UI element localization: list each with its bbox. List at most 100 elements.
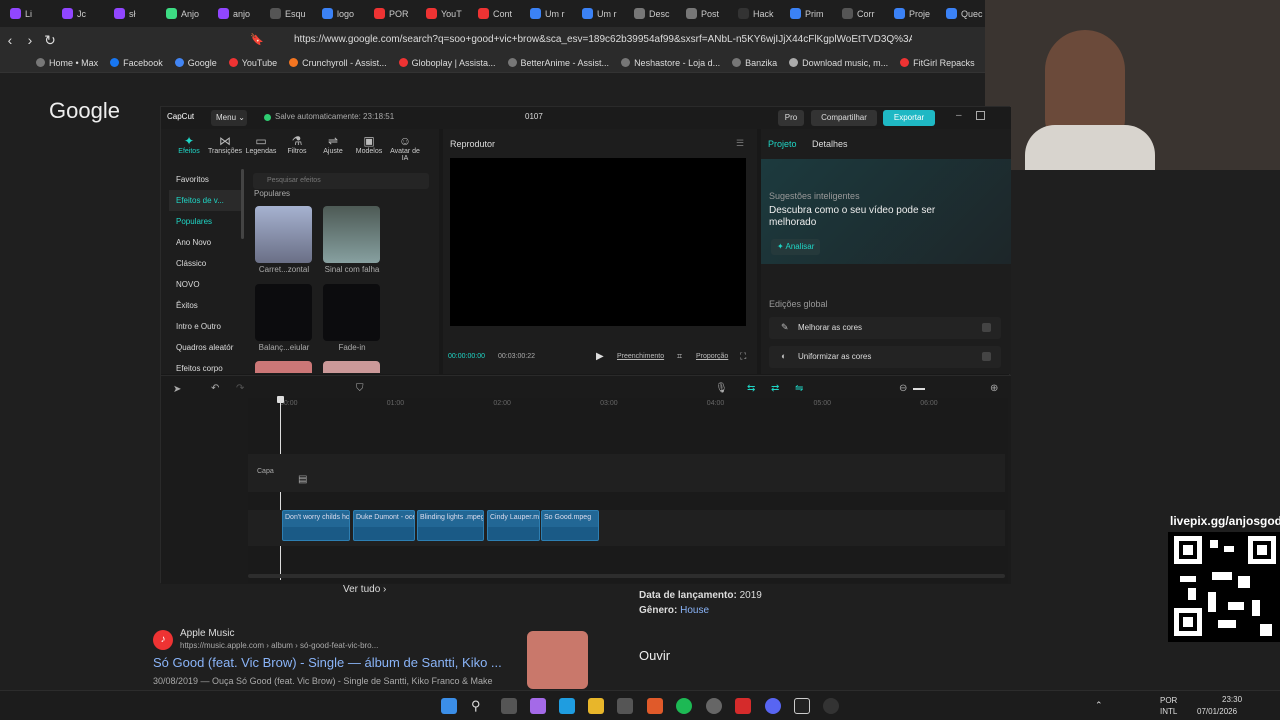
bookmark-item[interactable]: Globoplay | Assista... bbox=[398, 58, 496, 68]
browser-tab[interactable]: Post bbox=[682, 3, 734, 25]
obs-icon[interactable] bbox=[735, 698, 751, 714]
tab-detalhes[interactable]: Detalhes bbox=[812, 139, 848, 149]
file-explorer-icon[interactable] bbox=[588, 698, 604, 714]
effects-category[interactable]: Favoritos bbox=[169, 169, 241, 190]
browser-tab[interactable]: Li bbox=[6, 3, 58, 25]
browser-tab[interactable]: logo bbox=[318, 3, 370, 25]
analyze-button[interactable]: ✦ Analisar bbox=[771, 239, 821, 255]
minimize-icon[interactable]: – bbox=[956, 110, 962, 121]
windows-start-icon[interactable] bbox=[441, 698, 457, 714]
browser-tab[interactable]: Cont bbox=[474, 3, 526, 25]
effects-category[interactable]: Clássico bbox=[169, 253, 241, 274]
tool-tab[interactable]: ▣ Modelos bbox=[351, 134, 387, 162]
browser-tab[interactable]: Jc bbox=[58, 3, 110, 25]
fullscreen-icon[interactable]: ⛶ bbox=[740, 351, 746, 362]
effects-category[interactable]: Quadros aleatór bbox=[169, 337, 241, 358]
zoom-in-icon[interactable]: ⊕ bbox=[990, 383, 998, 394]
tab-projeto[interactable]: Projeto bbox=[768, 139, 797, 149]
effects-category[interactable]: Populares bbox=[169, 211, 241, 232]
clock-time[interactable]: 23:30 bbox=[1222, 695, 1242, 704]
tool-tab[interactable]: ⇌ Ajuste bbox=[315, 134, 351, 162]
album-thumbnail[interactable] bbox=[527, 631, 588, 689]
bookmark-item[interactable]: Google bbox=[174, 58, 217, 68]
zoom-slider[interactable] bbox=[913, 388, 925, 390]
magnet-icon[interactable]: ⇋ bbox=[795, 383, 803, 394]
result-title[interactable]: Só Good (feat. Vic Brow) - Single — álbu… bbox=[153, 655, 502, 670]
effect-thumb-3[interactable] bbox=[255, 284, 312, 341]
bookmark-icon[interactable]: 🔖 bbox=[250, 33, 264, 46]
crop-icon[interactable]: ⌗ bbox=[677, 351, 682, 362]
task-view-icon[interactable] bbox=[501, 698, 517, 714]
audio-clip[interactable]: Duke Dumont - oce bbox=[353, 510, 415, 541]
google-logo[interactable]: Google bbox=[49, 98, 120, 124]
snap-icon[interactable]: ⇄ bbox=[771, 383, 779, 394]
tool-tab[interactable]: ▭ Legendas bbox=[243, 134, 279, 162]
browser-tab[interactable]: Proje bbox=[890, 3, 942, 25]
copilot-icon[interactable] bbox=[530, 698, 546, 714]
steam-icon[interactable] bbox=[706, 698, 722, 714]
bookmark-item[interactable]: Facebook bbox=[110, 58, 163, 68]
bookmark-item[interactable]: Home • Max bbox=[36, 58, 98, 68]
link-icon[interactable]: ⇆ bbox=[747, 383, 755, 394]
tool-tab[interactable]: ⚗ Filtros bbox=[279, 134, 315, 162]
browser-tab[interactable]: Prim bbox=[786, 3, 838, 25]
ratio-button[interactable]: Proporção bbox=[696, 353, 728, 360]
fill-button[interactable]: Preenchimento bbox=[617, 353, 664, 360]
store-icon[interactable] bbox=[617, 698, 633, 714]
select-tool-icon[interactable]: ➤ bbox=[173, 384, 181, 395]
redo-icon[interactable]: ↷ bbox=[236, 383, 244, 394]
share-button[interactable]: Compartilhar bbox=[811, 110, 877, 126]
effects-category[interactable]: Ano Novo bbox=[169, 232, 241, 253]
uniform-colors-toggle[interactable] bbox=[982, 352, 991, 361]
capcut-taskbar-icon[interactable] bbox=[794, 698, 810, 714]
effects-category[interactable]: NOVO bbox=[169, 274, 241, 295]
mic-icon[interactable]: 🎙 bbox=[715, 383, 728, 394]
browser-tab[interactable]: Desc bbox=[630, 3, 682, 25]
url-field[interactable]: https://www.google.com/search?q=soo+good… bbox=[272, 31, 912, 49]
reload-icon[interactable]: ↻ bbox=[40, 32, 60, 49]
audio-clip[interactable]: Don't worry childs hou bbox=[282, 510, 350, 541]
bookmark-item[interactable]: Download music, m... bbox=[789, 58, 888, 68]
effect-thumb-1[interactable] bbox=[255, 206, 312, 263]
uniform-colors-row[interactable]: ◐ Uniformizar as cores bbox=[769, 346, 1001, 368]
tray-arrow-icon[interactable]: ⌃ bbox=[1095, 700, 1103, 711]
pro-badge[interactable]: Pro bbox=[778, 110, 804, 126]
ver-tudo-link[interactable]: Ver tudo › bbox=[343, 584, 386, 595]
search-icon[interactable]: ⚲ bbox=[471, 698, 487, 714]
brave-icon[interactable] bbox=[647, 698, 663, 714]
video-preview[interactable] bbox=[450, 158, 746, 326]
spotify-icon[interactable] bbox=[676, 698, 692, 714]
marker-icon[interactable]: ⛉ bbox=[356, 383, 364, 394]
timeline-scrollbar[interactable] bbox=[248, 574, 1005, 578]
edge-icon[interactable] bbox=[559, 698, 575, 714]
improve-colors-row[interactable]: ✎ Melhorar as cores bbox=[769, 317, 1001, 339]
cover-button[interactable]: Capa bbox=[257, 468, 274, 475]
project-name[interactable]: 0107 bbox=[525, 112, 543, 121]
browser-tab[interactable]: Hack bbox=[734, 3, 786, 25]
menu-button[interactable]: Menu ⌄ bbox=[211, 110, 247, 126]
tool-tab[interactable]: ⋈ Transições bbox=[207, 134, 243, 162]
effects-category[interactable]: Intro e Outro bbox=[169, 316, 241, 337]
browser-tab[interactable]: POR bbox=[370, 3, 422, 25]
improve-colors-toggle[interactable] bbox=[982, 323, 991, 332]
browser-tab[interactable]: YouT bbox=[422, 3, 474, 25]
result-url[interactable]: https://music.apple.com › album › só-goo… bbox=[180, 641, 378, 650]
play-icon[interactable]: ▶ bbox=[596, 351, 604, 362]
browser-tab[interactable]: anjo bbox=[214, 3, 266, 25]
undo-icon[interactable]: ↶ bbox=[211, 383, 219, 394]
categories-scrollbar[interactable] bbox=[241, 169, 244, 239]
playhead-handle[interactable] bbox=[277, 396, 284, 403]
back-icon[interactable]: ‹ bbox=[0, 32, 20, 48]
audio-clip[interactable]: So Good.mpeg bbox=[541, 510, 599, 541]
lang-indicator[interactable]: POR bbox=[1160, 696, 1177, 705]
bookmark-item[interactable]: YouTube bbox=[228, 58, 277, 68]
discord-icon[interactable] bbox=[765, 698, 781, 714]
bookmark-item[interactable]: Crunchyroll - Assist... bbox=[289, 58, 387, 68]
browser-tab[interactable]: Um r bbox=[526, 3, 578, 25]
tool-tab[interactable]: ✦ Efeitos bbox=[171, 134, 207, 162]
bookmark-item[interactable]: BetterAnime - Assist... bbox=[507, 58, 609, 68]
effect-thumb-6[interactable] bbox=[323, 361, 380, 373]
bookmark-item[interactable]: FitGirl Repacks bbox=[900, 58, 975, 68]
forward-icon[interactable]: › bbox=[20, 32, 40, 48]
audio-clip[interactable]: Blinding lights .mpeg bbox=[417, 510, 484, 541]
